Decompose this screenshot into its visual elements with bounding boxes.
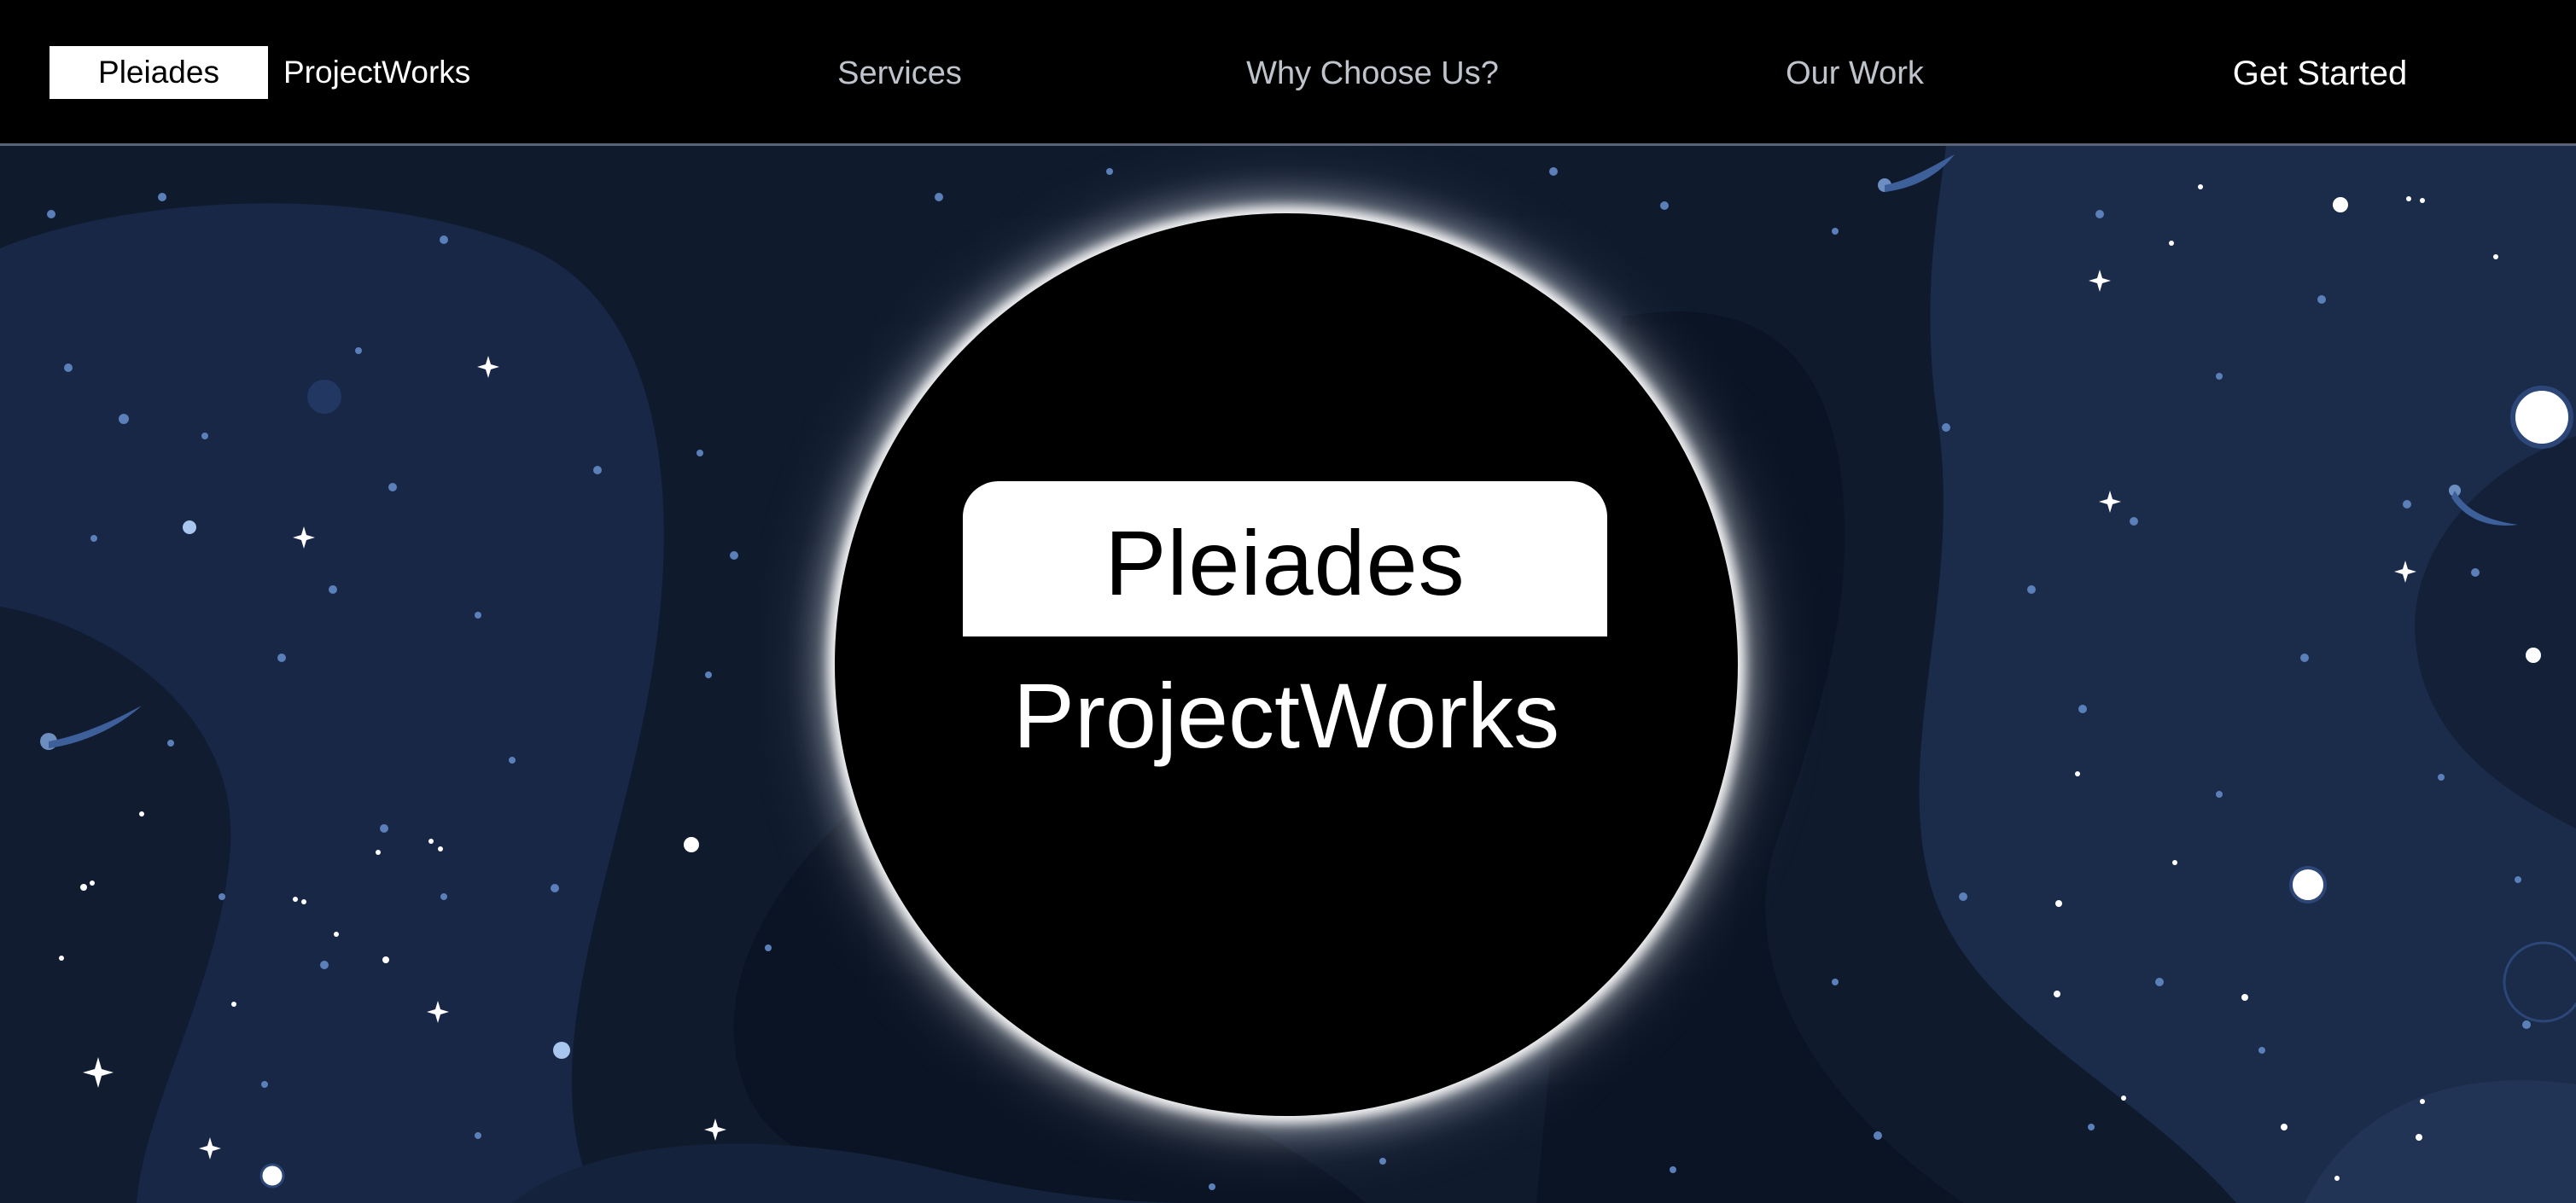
brand-logo-box: Pleiades (50, 46, 268, 99)
hero-section: Pleiades ProjectWorks (0, 146, 2576, 1203)
get-started-link[interactable]: Get Started (2233, 49, 2408, 97)
hero-subtitle: ProjectWorks (1012, 664, 1560, 767)
planet-icon (2289, 866, 2327, 904)
landing-page: Pleiades ProjectWorks Services Why Choos… (0, 0, 2576, 1203)
brand-logo[interactable]: Pleiades ProjectWorks (50, 46, 470, 99)
nav-link-why-choose-us[interactable]: Why Choose Us? (1246, 49, 1499, 97)
brand-logo-text: ProjectWorks (283, 55, 471, 90)
nav-link-services[interactable]: Services (837, 49, 962, 97)
nav-link-our-work[interactable]: Our Work (1786, 49, 1924, 97)
planet-icon (2510, 386, 2573, 449)
top-navbar: Pleiades ProjectWorks Services Why Choos… (0, 0, 2576, 146)
hero-title-badge: Pleiades (963, 481, 1607, 636)
